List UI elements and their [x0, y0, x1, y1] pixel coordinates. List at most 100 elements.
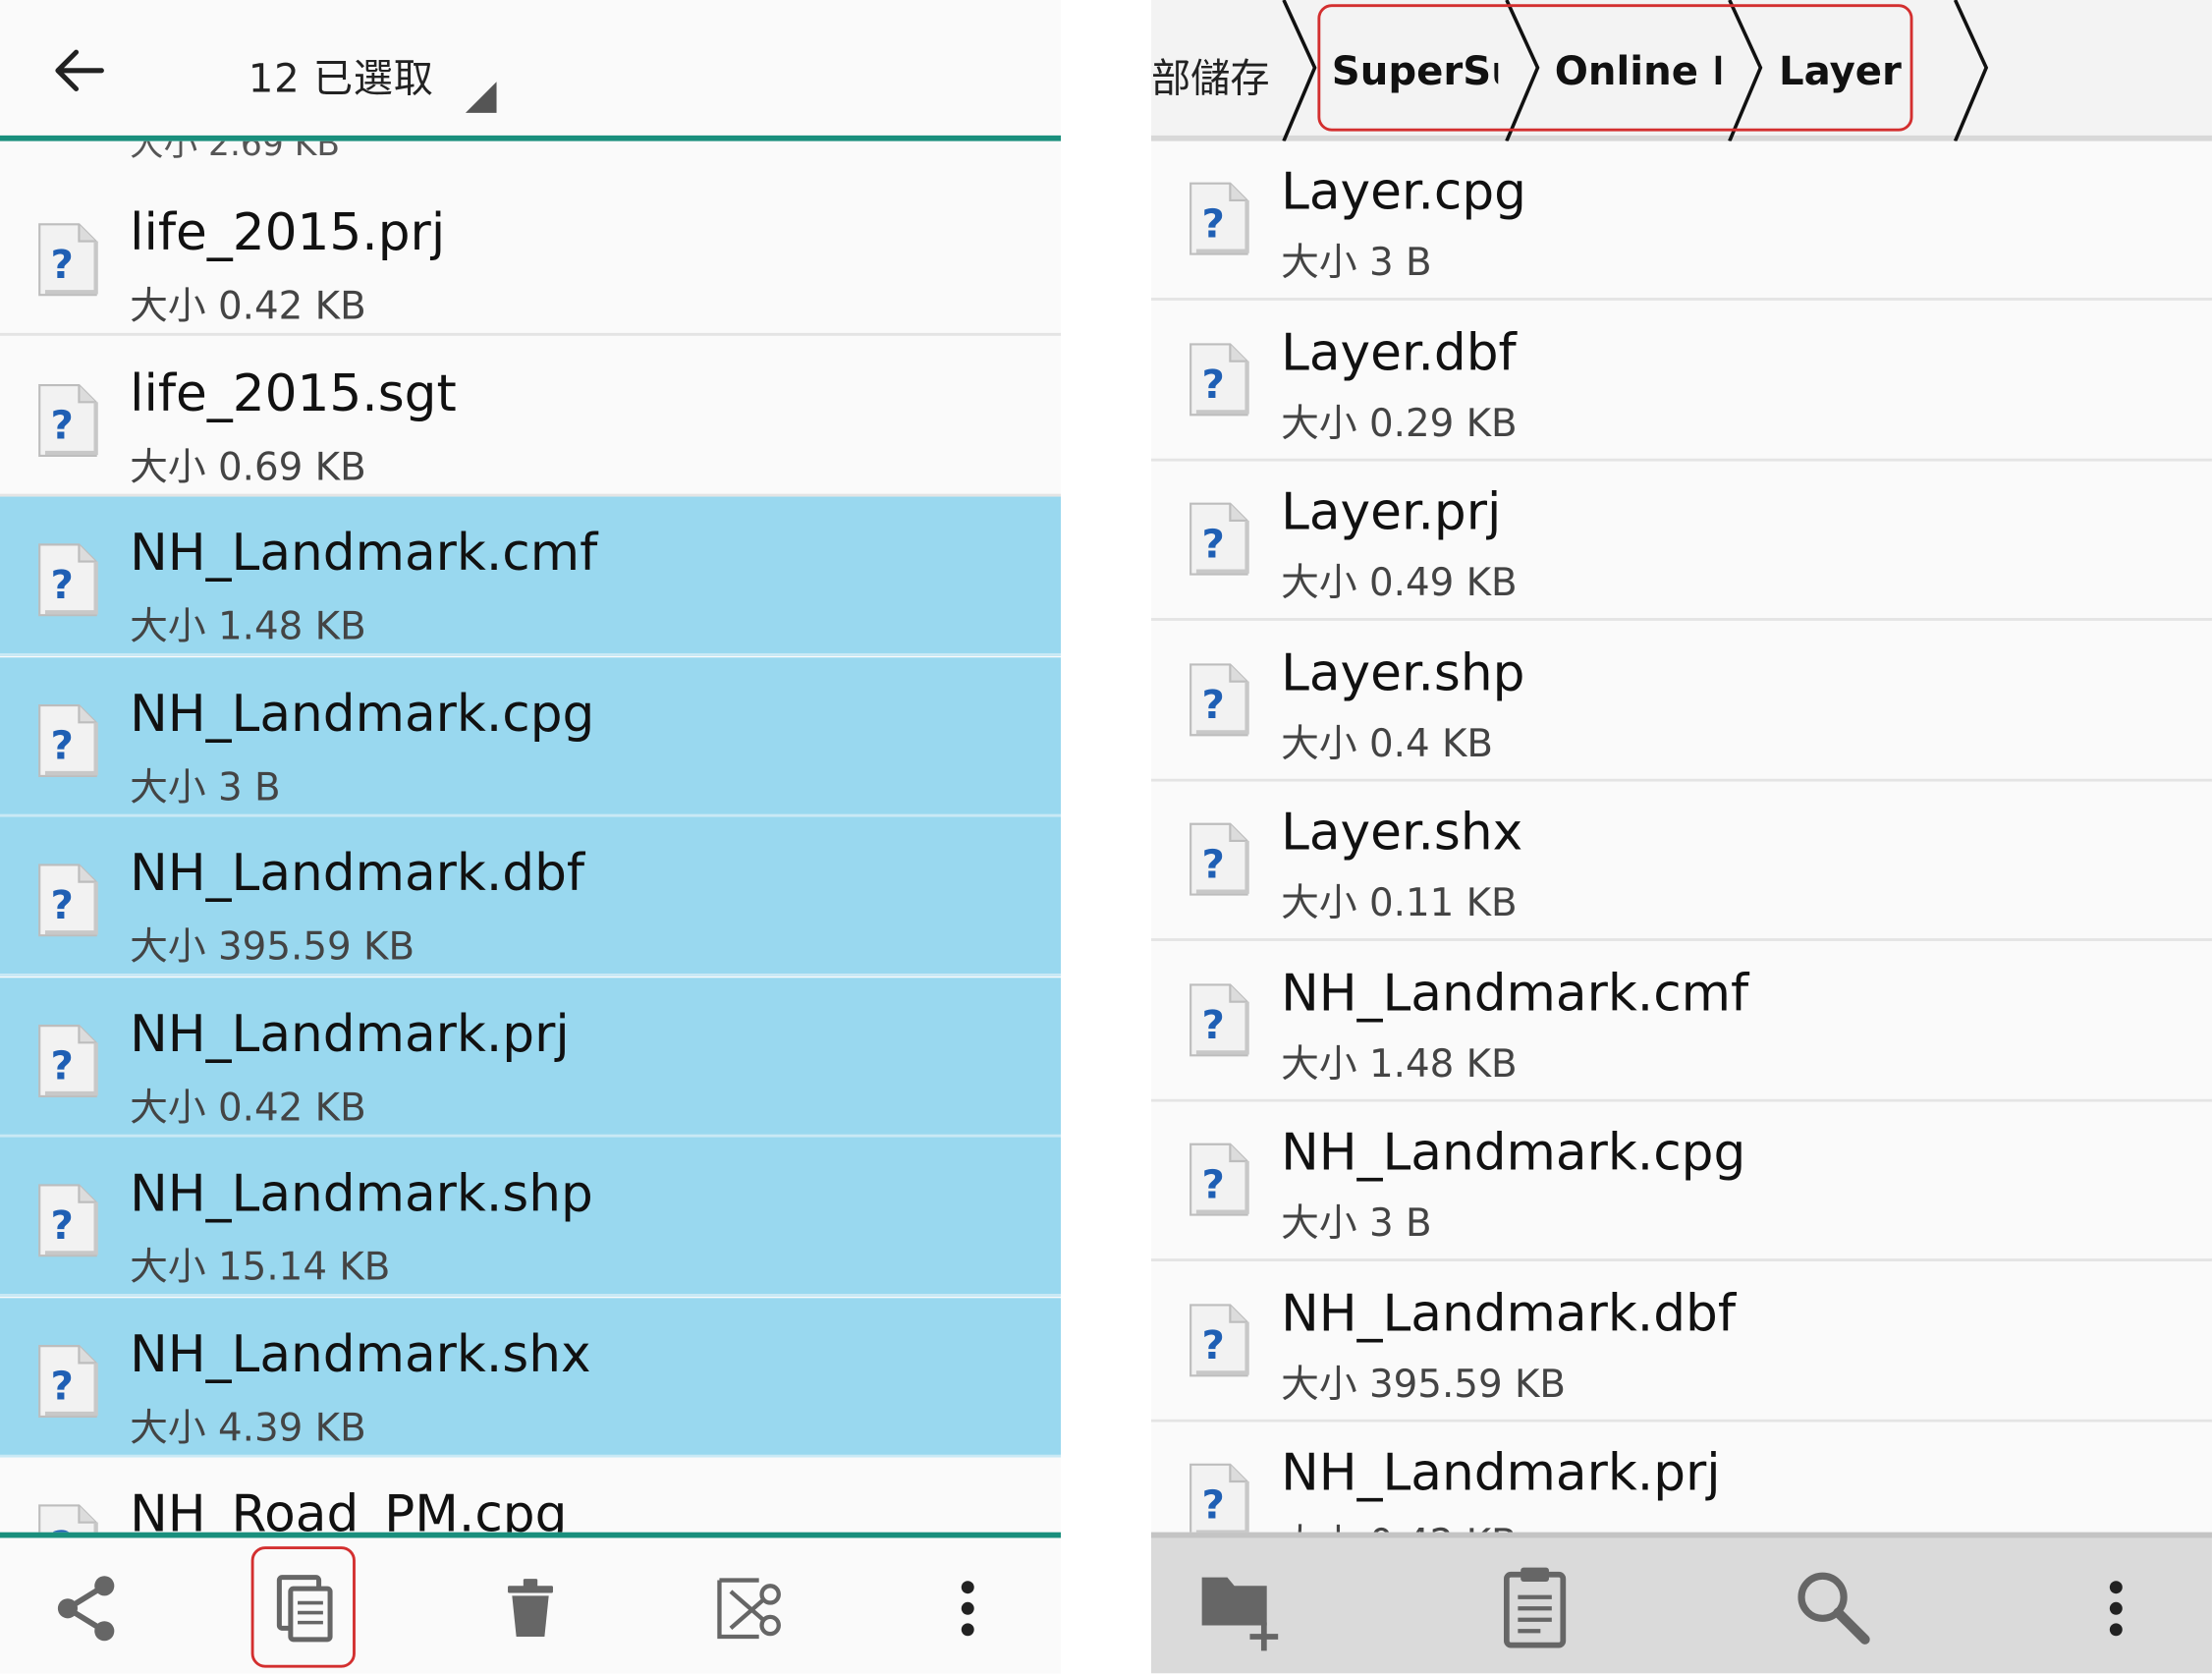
unknown-file-icon: ?	[1189, 502, 1249, 576]
file-row[interactable]: ? Layer.prj 大小 0.49 KB	[1150, 461, 2212, 621]
file-name: NH_Road_PM.cpg	[130, 1485, 568, 1533]
dropdown-triangle-icon[interactable]	[465, 82, 497, 113]
more-icon[interactable]	[928, 1569, 1007, 1647]
breadcrumb: 部儲存 SuperSur Online M Layer	[1150, 0, 2212, 141]
file-size: 大小 3 B	[1281, 1201, 1432, 1247]
unknown-file-icon: ?	[1189, 1303, 1249, 1376]
file-name: life_2015.prj	[130, 204, 446, 263]
svg-text:?: ?	[51, 1203, 74, 1249]
unknown-file-icon: ?	[38, 703, 98, 777]
svg-text:?: ?	[1201, 362, 1224, 407]
destination-panel: 部儲存 SuperSur Online M Layer ? Layer.cpg 大小…	[1150, 0, 2212, 1674]
unknown-file-icon: ?	[38, 1344, 98, 1418]
unknown-file-icon: ?	[38, 543, 98, 617]
file-row[interactable]: ? NH_Landmark.cmf 大小 1.48 KB	[0, 496, 1062, 656]
svg-text:?: ?	[51, 563, 74, 608]
file-size: 大小 0.42 KB	[130, 1086, 366, 1130]
more-icon[interactable]	[2076, 1569, 2155, 1647]
paste-icon[interactable]	[1495, 1563, 1574, 1650]
file-name: Layer.shx	[1281, 804, 1523, 863]
unknown-file-icon: ?	[38, 1184, 98, 1257]
action-bar	[1150, 1532, 2212, 1674]
svg-text:?: ?	[1201, 1162, 1224, 1207]
unknown-file-icon: ?	[38, 1504, 98, 1533]
svg-text:?: ?	[51, 1364, 74, 1409]
file-size: 大小 1.48 KB	[130, 605, 366, 649]
svg-text:?: ?	[51, 883, 74, 928]
file-list: ? Layer.cpg 大小 3 B? Layer.dbf 大小 0.29 KB? Lay…	[1150, 140, 2212, 1533]
unknown-file-icon: ?	[1189, 342, 1249, 416]
file-name: NH_Landmark.cmf	[1281, 964, 1749, 1023]
unknown-file-icon: ?	[38, 223, 98, 297]
file-row[interactable]: ? Layer.shx 大小 0.11 KB	[1150, 781, 2212, 941]
file-size: 大小 3 B	[130, 765, 281, 809]
file-name: life_2015.sgt	[130, 364, 457, 423]
file-row[interactable]: ? NH_Landmark.shp 大小 15.14 KB	[0, 1137, 1062, 1297]
file-list: 大小 2.69 KB ? life_2015.prj 大小 0.42 KB? life…	[0, 140, 1062, 1533]
file-name: NH_Landmark.cpg	[1281, 1124, 1746, 1183]
toolbar-divider	[0, 135, 1062, 141]
search-icon[interactable]	[1789, 1563, 1873, 1647]
file-row[interactable]: ? NH_Landmark.cpg 大小 3 B	[1150, 1101, 2212, 1261]
unknown-file-icon: ?	[1189, 182, 1249, 255]
file-size: 大小 0.42 KB	[1281, 1513, 1518, 1533]
file-size: 大小 0.11 KB	[1281, 881, 1518, 926]
file-name: Layer.shp	[1281, 643, 1525, 702]
svg-text:?: ?	[1201, 682, 1224, 727]
file-size: 大小 395.59 KB	[130, 925, 415, 970]
file-row[interactable]: ? NH_Landmark.cmf 大小 1.48 KB	[1150, 941, 2212, 1101]
file-row[interactable]: ? Layer.cpg 大小 3 B	[1150, 140, 2212, 301]
copy-icon[interactable]	[265, 1569, 344, 1647]
file-row[interactable]: ? Layer.shp 大小 0.4 KB	[1150, 621, 2212, 781]
svg-text:?: ?	[51, 1524, 74, 1533]
partial-row-text: 大小 2.69 KB	[130, 140, 340, 164]
new-folder-icon[interactable]	[1196, 1563, 1287, 1653]
unknown-file-icon: ?	[1189, 1463, 1249, 1533]
delete-icon[interactable]	[491, 1569, 570, 1647]
back-arrow-icon[interactable]	[51, 48, 107, 93]
file-name: NH_Landmark.prj	[130, 1005, 570, 1064]
file-size: 大小 0.42 KB	[130, 285, 366, 329]
file-size: 大小 0.4 KB	[1281, 721, 1493, 766]
file-name: NH_Landmark.cpg	[130, 685, 595, 744]
file-row[interactable]: ? NH_Landmark.dbf 大小 395.59 KB	[0, 816, 1062, 976]
selection-count[interactable]: 12 已選取	[249, 48, 434, 104]
svg-text:?: ?	[51, 723, 74, 768]
file-row[interactable]: ? NH_Road_PM.cpg	[0, 1457, 1062, 1533]
unknown-file-icon: ?	[38, 383, 98, 457]
file-size: 大小 3 B	[1281, 241, 1432, 286]
file-row[interactable]: ? NH_Landmark.cpg 大小 3 B	[0, 656, 1062, 816]
file-size: 大小 395.59 KB	[1281, 1362, 1567, 1407]
file-row[interactable]: ? Layer.dbf 大小 0.29 KB	[1150, 301, 2212, 461]
unknown-file-icon: ?	[1189, 982, 1249, 1056]
panel-gap	[1061, 0, 1151, 1674]
file-size: 大小 4.39 KB	[130, 1406, 366, 1450]
unknown-file-icon: ?	[1189, 1143, 1249, 1216]
file-row[interactable]: ? life_2015.prj 大小 0.42 KB	[0, 176, 1062, 336]
file-name: Layer.prj	[1281, 483, 1502, 542]
svg-text:?: ?	[1201, 1002, 1224, 1047]
file-size: 大小 0.49 KB	[1281, 561, 1518, 606]
selection-panel: 12 已選取 大小 2.69 KB ? life_2015.prj 大小 0.42 …	[0, 0, 1062, 1674]
unknown-file-icon: ?	[38, 864, 98, 937]
file-size: 大小 0.69 KB	[130, 445, 366, 489]
file-size: 大小 0.29 KB	[1281, 401, 1518, 446]
file-row[interactable]: ? life_2015.sgt 大小 0.69 KB	[0, 336, 1062, 496]
breadcrumb-item-storage[interactable]: 部儲存	[1151, 48, 1278, 104]
file-row[interactable]: ? NH_Landmark.shx 大小 4.39 KB	[0, 1297, 1062, 1457]
file-name: NH_Landmark.dbf	[1281, 1284, 1737, 1343]
file-row[interactable]: ? NH_Landmark.dbf 大小 395.59 KB	[1150, 1261, 2212, 1422]
svg-text:?: ?	[51, 1043, 74, 1088]
share-icon[interactable]	[48, 1569, 127, 1647]
unknown-file-icon: ?	[1189, 662, 1249, 736]
file-size: 大小 15.14 KB	[130, 1246, 391, 1290]
svg-text:?: ?	[1201, 1322, 1224, 1367]
svg-text:?: ?	[51, 403, 74, 448]
file-name: NH_Landmark.shp	[130, 1165, 593, 1224]
file-row[interactable]: ? NH_Landmark.prj 大小 0.42 KB	[0, 976, 1062, 1137]
file-size: 大小 1.48 KB	[1281, 1041, 1518, 1087]
file-row[interactable]: ? NH_Landmark.prj 大小 0.42 KB	[1150, 1422, 2212, 1533]
selection-toolbar: 12 已選取	[0, 0, 1062, 141]
cut-icon[interactable]	[711, 1569, 790, 1647]
svg-text:?: ?	[51, 243, 74, 288]
